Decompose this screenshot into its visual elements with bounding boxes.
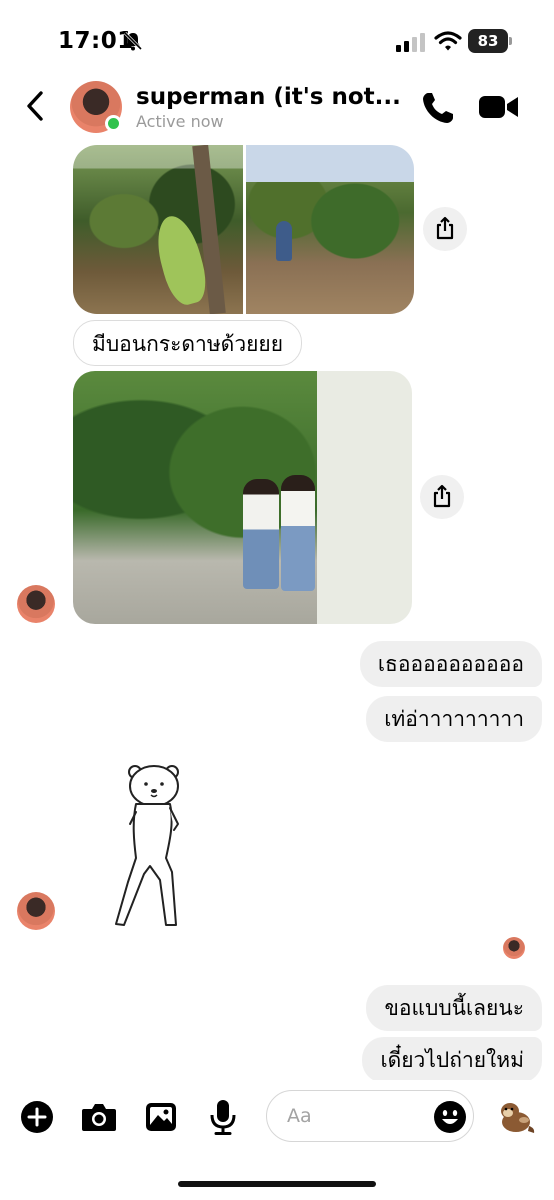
battery-cap xyxy=(509,37,512,45)
share-button[interactable] xyxy=(420,475,464,519)
cellular-signal-icon xyxy=(396,33,425,52)
incoming-message[interactable]: มีบอนกระดาษด้วยยย xyxy=(73,320,303,366)
share-button[interactable] xyxy=(423,207,467,251)
sender-avatar[interactable] xyxy=(17,892,55,930)
bear-sticker[interactable] xyxy=(108,762,192,932)
share-icon xyxy=(433,484,451,508)
read-receipt-avatar xyxy=(503,937,525,959)
photo-detail xyxy=(281,475,315,591)
otter-sticker-icon[interactable] xyxy=(496,1100,536,1134)
outgoing-message[interactable]: เธออออออออออ xyxy=(359,641,542,687)
shared-photo[interactable] xyxy=(73,145,243,314)
wifi-icon xyxy=(434,31,462,51)
video-camera-icon[interactable] xyxy=(478,92,520,122)
image-gallery-icon[interactable] xyxy=(144,1100,178,1134)
microphone-icon[interactable] xyxy=(208,1098,238,1136)
online-status-dot xyxy=(105,115,122,132)
mute-bell-icon xyxy=(123,31,143,51)
plus-icon[interactable] xyxy=(20,1100,54,1134)
share-icon xyxy=(436,216,454,240)
home-indicator xyxy=(178,1181,376,1187)
shared-photo[interactable] xyxy=(73,371,412,624)
outgoing-message[interactable]: เท่อ่าาาาาาาาา xyxy=(366,696,542,742)
phone-icon[interactable] xyxy=(420,90,456,126)
photo-detail xyxy=(243,479,279,589)
photo-detail xyxy=(276,221,292,261)
sender-avatar[interactable] xyxy=(17,585,55,623)
back-arrow-icon[interactable] xyxy=(20,88,52,124)
contact-name[interactable]: superman (it's not... xyxy=(136,84,401,110)
shared-photo[interactable] xyxy=(246,145,414,314)
chat-header: superman (it's not... Active now xyxy=(0,78,554,140)
camera-icon[interactable] xyxy=(80,1100,118,1134)
emoji-icon[interactable] xyxy=(433,1100,467,1134)
status-bar: 17:01 83 xyxy=(0,0,554,80)
outgoing-message[interactable]: เดี๋ยวไปถ่ายใหม่ xyxy=(362,1037,542,1083)
message-composer xyxy=(0,1080,554,1160)
outgoing-message[interactable]: ขอแบบนี้เลยนะ xyxy=(366,985,542,1031)
contact-status: Active now xyxy=(136,112,224,131)
battery-indicator: 83 xyxy=(468,29,508,53)
